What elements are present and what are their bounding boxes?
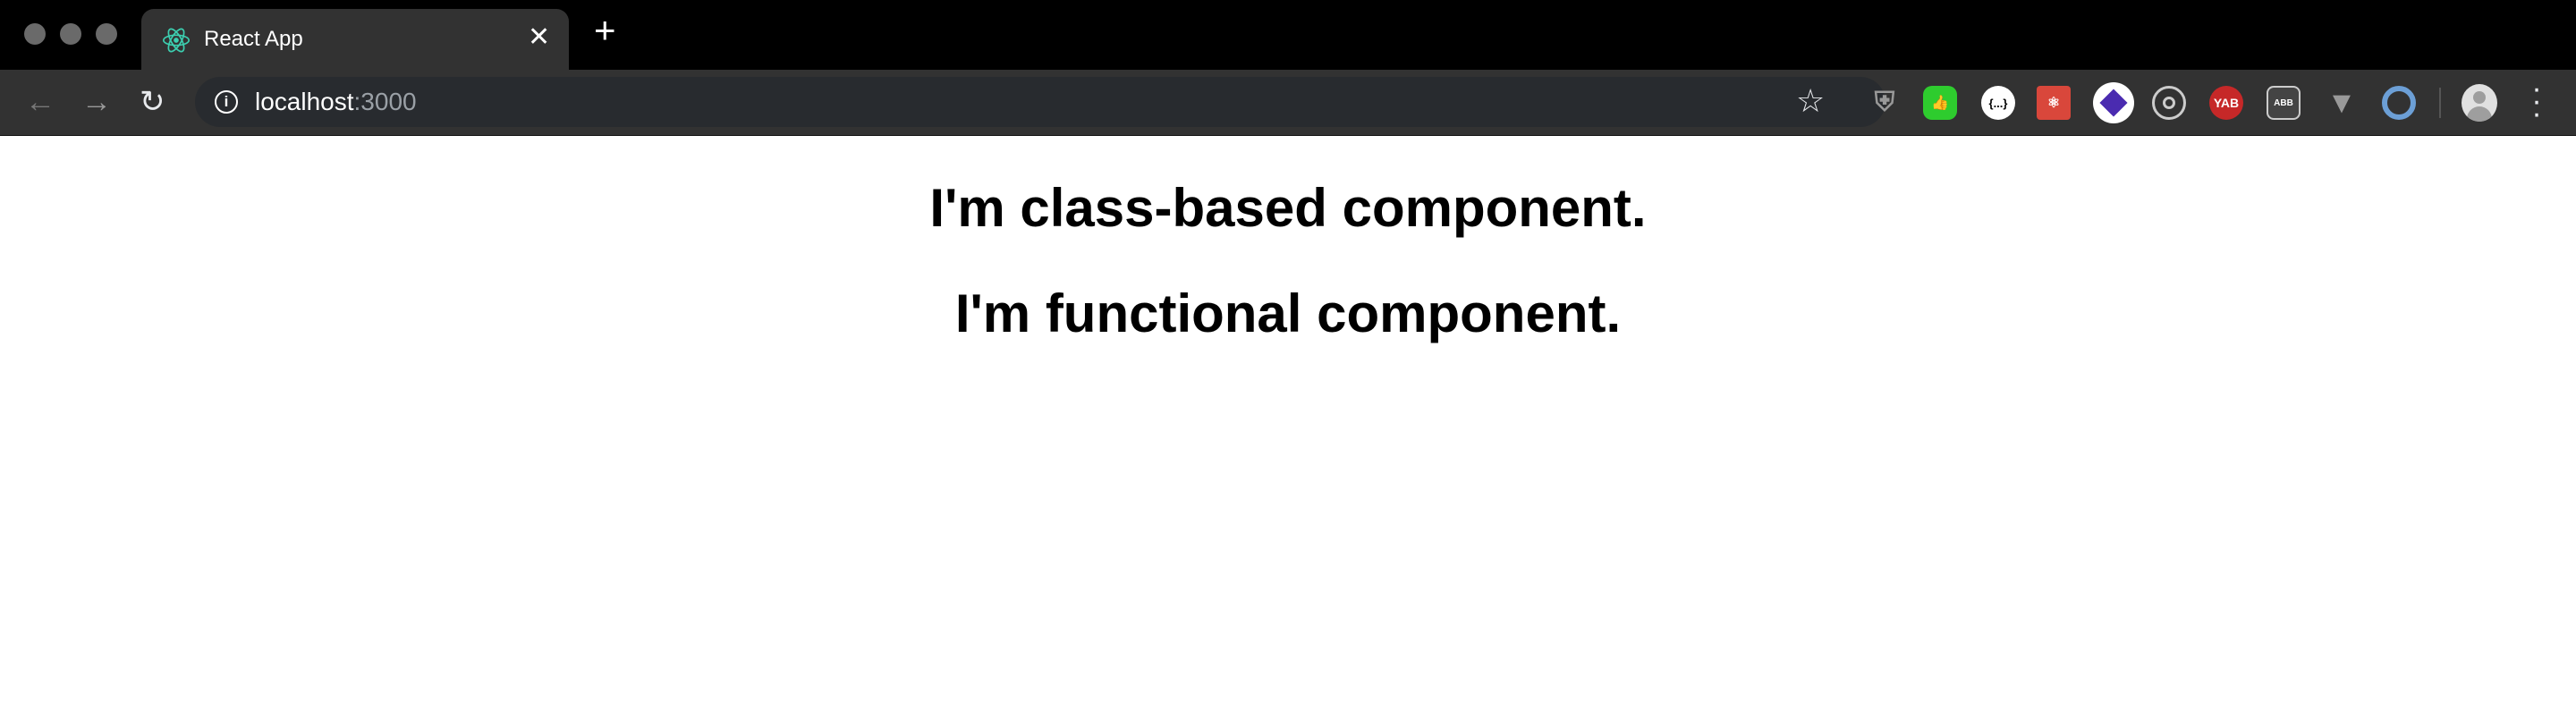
tab-title: React App	[204, 27, 303, 51]
new-tab-button[interactable]: +	[594, 12, 616, 49]
react-logo-icon	[162, 28, 191, 53]
reload-button[interactable]: ↻	[140, 84, 165, 120]
url-host: localhost	[255, 88, 354, 115]
json-formatter-icon[interactable]: {...}	[1981, 86, 2015, 120]
target-icon[interactable]	[2152, 86, 2186, 120]
minimize-window-button[interactable]	[60, 23, 81, 45]
functional-component-heading: I'm functional component.	[954, 283, 1622, 343]
close-window-button[interactable]	[24, 23, 46, 45]
adblock-icon[interactable]: ABB	[2267, 86, 2301, 120]
ring-icon[interactable]	[2382, 86, 2416, 120]
profile-avatar[interactable]	[2462, 84, 2497, 122]
class-component-heading: I'm class-based component.	[929, 178, 1647, 238]
maximize-window-button[interactable]	[96, 23, 117, 45]
url-text[interactable]: localhost:3000	[255, 88, 417, 116]
tab-close-button[interactable]: ✕	[528, 21, 550, 53]
address-bar[interactable]: i localhost:3000 ☆	[195, 77, 1885, 127]
layers-icon[interactable]	[2093, 82, 2134, 123]
shield-icon[interactable]: ⛨	[1868, 86, 1902, 120]
info-icon[interactable]: i	[215, 90, 238, 114]
kebab-menu-icon[interactable]: · · ·	[2528, 73, 2546, 129]
toolbar-divider	[2439, 88, 2441, 118]
url-port: :3000	[353, 88, 417, 115]
tab-strip: React App ✕ +	[0, 0, 2576, 70]
yab-extension-icon[interactable]: YAB	[2209, 86, 2243, 120]
thumbs-up-icon[interactable]: 👍	[1923, 86, 1957, 120]
tab-react-app[interactable]: React App ✕	[141, 9, 569, 70]
forward-button[interactable]: →	[81, 84, 112, 120]
react-devtools-icon[interactable]: ⚛	[2037, 86, 2071, 120]
page-content: I'm class-based component. I'm functiona…	[0, 136, 2576, 345]
back-button[interactable]: ←	[25, 84, 55, 120]
vue-devtools-icon[interactable]: ▼	[2325, 86, 2359, 120]
toolbar: ← → ↻ i localhost:3000 ☆ ⛨ 👍 {...} ⚛ YAB…	[0, 70, 2576, 136]
bookmark-star-icon[interactable]: ☆	[1796, 82, 1825, 120]
